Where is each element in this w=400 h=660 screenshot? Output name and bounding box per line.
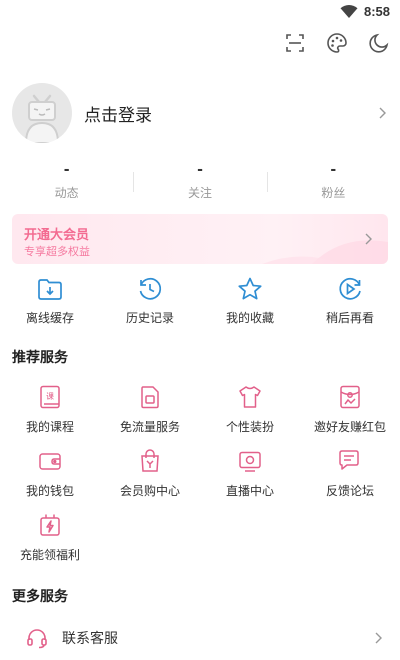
star-icon — [238, 277, 262, 300]
download-folder-icon — [38, 279, 62, 300]
quick-action-label: 离线缓存 — [25, 311, 74, 325]
section-title-recommended: 推荐服务 — [12, 349, 68, 365]
stat-value: - — [197, 162, 203, 178]
avatar[interactable] — [12, 83, 72, 143]
quick-favorites[interactable]: 我的收藏 — [200, 276, 300, 332]
quick-actions: 离线缓存 历史记录 我的收藏 稍后再看 — [0, 276, 400, 332]
vip-subtitle: 专享超多权益 — [24, 246, 90, 258]
watch-later-icon — [339, 277, 361, 300]
service-charge-benefits[interactable]: 充能领福利 — [0, 512, 100, 576]
svg-text:课: 课 — [46, 392, 54, 401]
vip-title: 开通大会员 — [24, 227, 90, 242]
quick-action-label: 稍后再看 — [325, 311, 374, 325]
stat-label: 动态 — [54, 186, 79, 200]
headset-icon — [27, 629, 47, 649]
list-item-customer-service[interactable]: 联系客服 — [0, 620, 400, 656]
feedback-chat-icon — [339, 450, 359, 470]
history-clock-icon — [139, 277, 162, 300]
course-book-icon: 课 — [40, 385, 60, 409]
recommended-grid: 课 我的课程 免流量服务 个性装扮 邀好友赚红包 我的钱包 会员购中心 直播中心… — [0, 384, 400, 576]
chevron-right-icon — [379, 107, 386, 119]
tshirt-icon — [239, 386, 261, 408]
wifi-icon — [340, 4, 358, 18]
quick-action-label: 历史记录 — [125, 311, 174, 325]
service-label: 反馈论坛 — [325, 484, 374, 498]
list-item-label: 联系客服 — [62, 630, 118, 646]
palette-icon[interactable] — [326, 32, 348, 54]
chevron-right-icon — [365, 233, 372, 245]
service-personalize[interactable]: 个性装扮 — [200, 384, 300, 448]
red-envelope-icon — [340, 385, 360, 409]
stat-dynamics[interactable]: - 动态 — [0, 162, 133, 206]
service-wallet[interactable]: 我的钱包 — [0, 448, 100, 512]
service-vip-shop[interactable]: 会员购中心 — [100, 448, 200, 512]
status-bar: 8:58 — [0, 0, 400, 26]
service-label: 会员购中心 — [119, 484, 180, 498]
stat-label: 关注 — [187, 186, 212, 200]
wallet-icon — [39, 453, 61, 470]
login-prompt[interactable]: 点击登录 — [84, 101, 376, 126]
service-invite-friends[interactable]: 邀好友赚红包 — [300, 384, 400, 448]
stat-label: 粉丝 — [321, 186, 346, 200]
service-feedback[interactable]: 反馈论坛 — [300, 448, 400, 512]
default-avatar-icon — [24, 94, 60, 143]
service-label: 充能领福利 — [19, 548, 80, 562]
status-time: 8:58 — [363, 4, 390, 19]
charge-gift-icon — [40, 514, 60, 536]
live-tv-icon — [239, 451, 261, 472]
service-label: 免流量服务 — [119, 420, 180, 434]
service-label: 我的钱包 — [25, 484, 74, 498]
quick-watch-later[interactable]: 稍后再看 — [300, 276, 400, 332]
scan-icon[interactable] — [284, 32, 306, 54]
section-title-more: 更多服务 — [12, 588, 68, 604]
service-label: 邀好友赚红包 — [313, 420, 386, 434]
service-label: 直播中心 — [225, 484, 274, 498]
profile-login-row[interactable]: 点击登录 — [12, 82, 388, 144]
service-free-data[interactable]: 免流量服务 — [100, 384, 200, 448]
shopping-bag-icon — [141, 449, 159, 472]
stat-following[interactable]: - 关注 — [133, 162, 266, 206]
night-mode-icon[interactable] — [368, 32, 390, 54]
stat-value: - — [63, 162, 70, 178]
service-my-courses[interactable]: 课 我的课程 — [0, 384, 100, 448]
status-right: 8:58 — [340, 4, 390, 19]
chevron-right-icon — [375, 632, 382, 644]
service-label: 个性装扮 — [225, 420, 274, 434]
quick-history[interactable]: 历史记录 — [100, 276, 200, 332]
vip-banner[interactable]: 开通大会员 专享超多权益 — [12, 214, 388, 264]
service-label: 我的课程 — [25, 420, 74, 434]
quick-offline-cache[interactable]: 离线缓存 — [0, 276, 100, 332]
stat-value: - — [330, 162, 337, 178]
top-actions — [284, 32, 390, 54]
quick-action-label: 我的收藏 — [225, 311, 274, 325]
sim-card-icon — [141, 386, 159, 409]
stats-row: - 动态 - 关注 - 粉丝 — [0, 162, 400, 206]
service-live-center[interactable]: 直播中心 — [200, 448, 300, 512]
stat-fans[interactable]: - 粉丝 — [266, 162, 400, 206]
